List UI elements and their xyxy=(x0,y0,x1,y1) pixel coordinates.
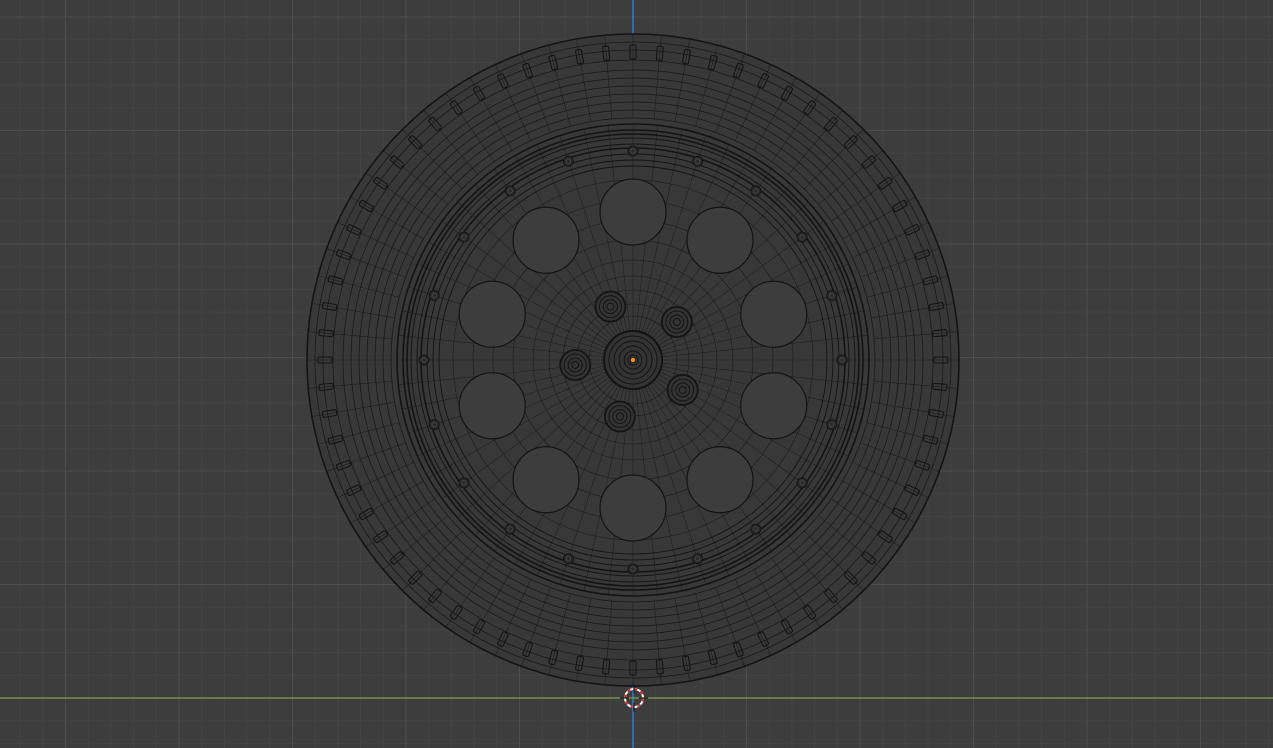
rim-bolt xyxy=(826,419,838,431)
rim-bolt xyxy=(692,553,704,565)
rim-bolt xyxy=(504,185,516,197)
object-origin-icon[interactable] xyxy=(630,356,637,363)
rim-bolt xyxy=(692,155,704,167)
rim-bolt xyxy=(458,477,470,489)
rim-hole xyxy=(599,178,667,246)
rim-hole xyxy=(686,206,754,274)
rim-bolt xyxy=(458,231,470,243)
3d-viewport[interactable] xyxy=(0,0,1273,748)
rim-hole xyxy=(512,446,580,514)
rim-bolt xyxy=(562,155,574,167)
viewport-canvas[interactable] xyxy=(0,0,1273,748)
rim-bolt xyxy=(562,553,574,565)
rim-hole xyxy=(599,474,667,542)
rim-bolt xyxy=(627,563,639,575)
rim-bolt xyxy=(627,145,639,157)
rim-bolt xyxy=(750,185,762,197)
rim-hole xyxy=(740,280,808,348)
rim-hole xyxy=(740,372,808,440)
rim-bolt xyxy=(750,523,762,535)
rim-bolt xyxy=(428,289,440,301)
rim-hole xyxy=(458,280,526,348)
rim-bolt xyxy=(504,523,516,535)
rim-hole xyxy=(686,446,754,514)
rim-bolt xyxy=(826,289,838,301)
rim-bolt xyxy=(796,231,808,243)
rim-bolt xyxy=(836,354,848,366)
rim-bolt xyxy=(796,477,808,489)
rim-hole xyxy=(512,206,580,274)
rim-bolt xyxy=(428,419,440,431)
rim-hole xyxy=(458,372,526,440)
rim-bolt xyxy=(418,354,430,366)
